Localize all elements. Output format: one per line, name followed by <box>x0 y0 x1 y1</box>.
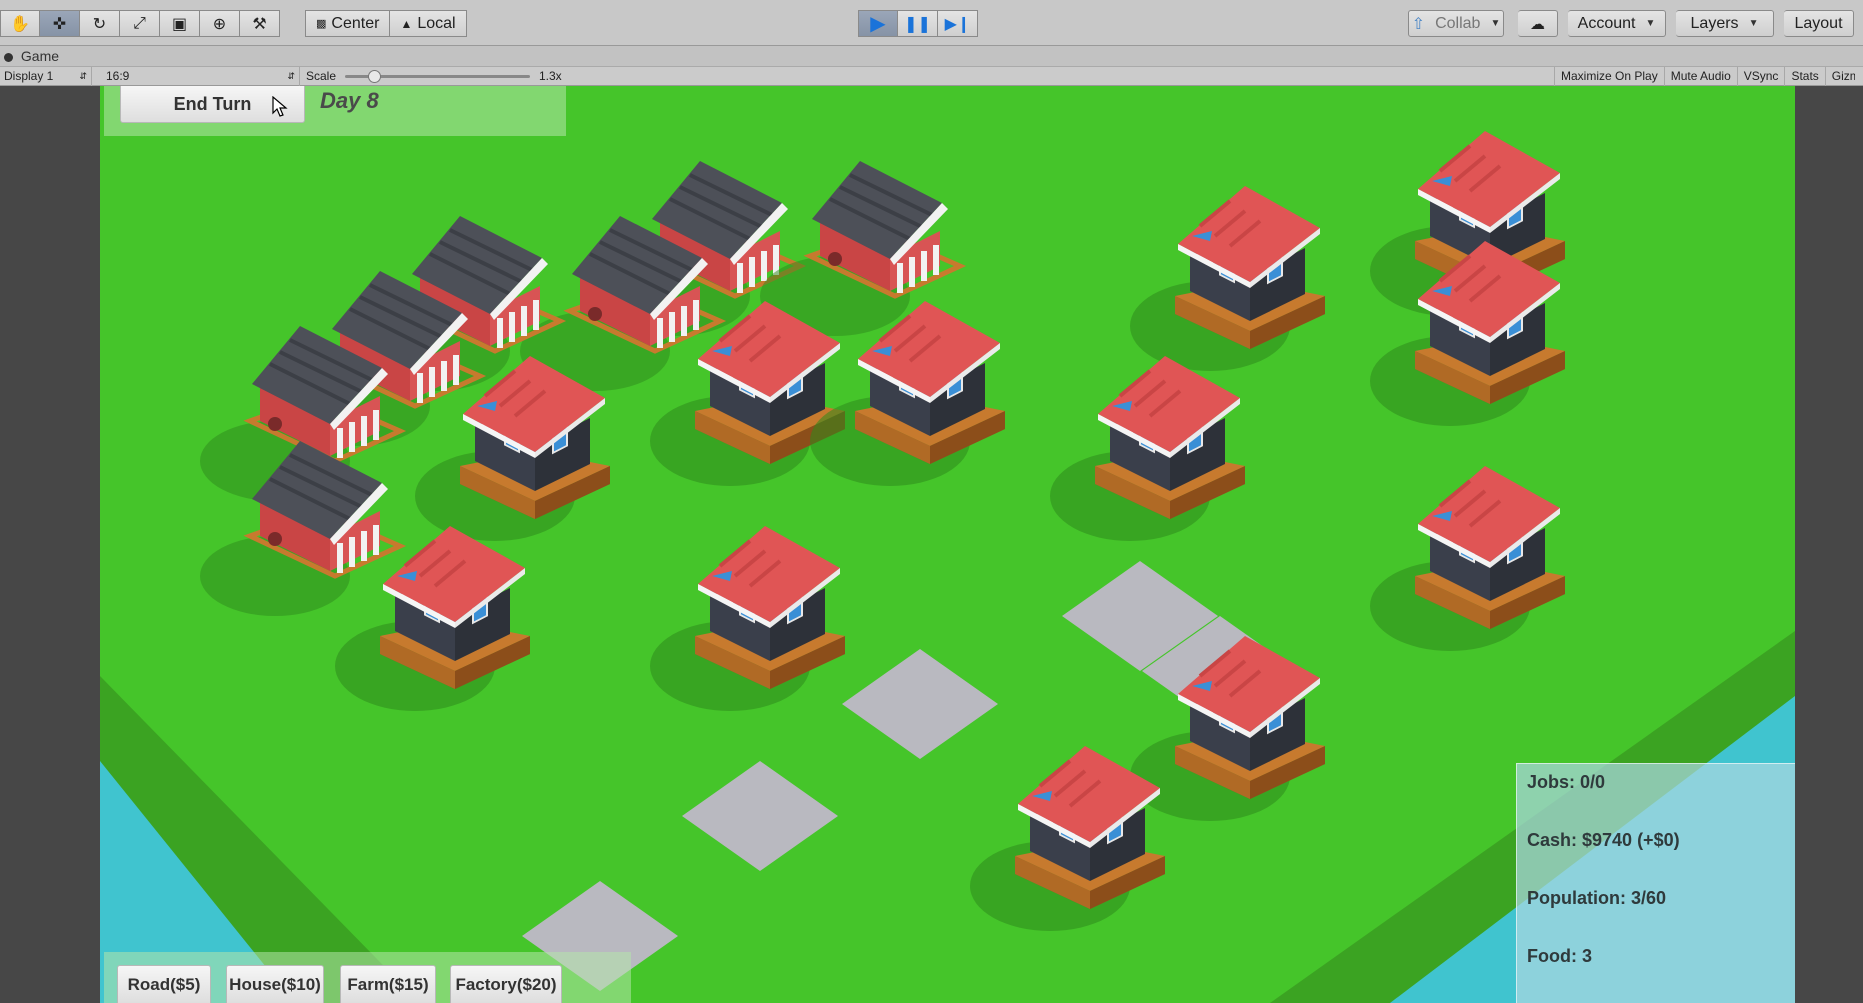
pivot-mode-button[interactable]: ▩ Center <box>305 10 391 37</box>
rect-transform-icon: ▣ <box>171 15 188 33</box>
move-tool-button[interactable]: ✜ <box>40 10 80 37</box>
mouse-cursor-icon <box>272 96 288 117</box>
game-view[interactable]: End Turn Day 8 Road($5) House($10) Farm(… <box>100 86 1795 1003</box>
population-stat: Population: 3/60 <box>1527 888 1667 908</box>
build-house-label: House($10) <box>229 974 321 994</box>
account-dropdown[interactable]: Account ▼ <box>1568 10 1666 37</box>
food-stat: Food: 3 <box>1527 946 1592 966</box>
game-view-options: Maximize On Play Mute Audio VSync Stats … <box>1554 67 1855 86</box>
gizmos-toggle[interactable]: Gizmos <box>1824 67 1855 86</box>
pivot-controls: ▩ Center ▲ Local <box>305 10 467 37</box>
transform-icon: ⊕ <box>212 15 227 33</box>
pause-icon: ❚❚ <box>904 15 931 33</box>
play-button[interactable]: ▶ <box>858 10 898 37</box>
collab-label: Collab <box>1435 14 1481 32</box>
account-label: Account <box>1577 14 1636 32</box>
cash-stat: Cash: $9740 (+$0) <box>1527 830 1680 850</box>
collab-icon: ⇧ <box>1411 15 1426 33</box>
build-house-button[interactable]: House($10) <box>226 965 324 1003</box>
aspect-label: 16:9 <box>106 69 130 83</box>
scale-label: Scale <box>306 69 337 83</box>
pivot-rotation-label: Local <box>417 14 456 32</box>
hand-icon: ✋ <box>10 15 30 33</box>
layers-dropdown[interactable]: Layers ▼ <box>1676 10 1774 37</box>
step-icon: ▶❙ <box>944 15 971 33</box>
game-tab-icon <box>4 52 13 62</box>
jobs-stat: Jobs: 0/0 <box>1527 772 1606 792</box>
turn-panel: End Turn Day 8 <box>104 86 566 136</box>
layout-dropdown[interactable]: Layout <box>1784 10 1854 37</box>
chevron-down-icon: ▼ <box>1748 18 1759 29</box>
hand-tool-button[interactable]: ✋ <box>0 10 40 37</box>
move-icon: ✜ <box>52 15 67 33</box>
build-farm-button[interactable]: Farm($15) <box>340 965 436 1003</box>
game-tab[interactable]: Game <box>0 46 1863 66</box>
editor-toolbar: ✋ ✜ ↻ ⤢ ▣ ⊕ ⚒ ▩ Center ▲ Local ▶ ❚❚ ▶❙ ⇧ Colla… <box>0 0 1863 46</box>
display-select[interactable]: Display 1 ⇵ <box>0 67 92 86</box>
collab-dropdown[interactable]: ⇧ Collab ▼ <box>1408 10 1504 37</box>
rect-tool-button[interactable]: ▣ <box>160 10 200 37</box>
display-label: Display 1 <box>4 69 54 83</box>
scale-value: 1.3x <box>539 69 562 83</box>
aspect-select[interactable]: 16:9 ⇵ <box>102 67 300 86</box>
build-road-label: Road($5) <box>127 974 201 994</box>
scale-slider-thumb[interactable] <box>368 70 381 83</box>
layers-label: Layers <box>1690 14 1739 32</box>
build-panel: Road($5) House($10) Farm($15) Factory($2… <box>104 952 631 1003</box>
maximize-on-play-toggle[interactable]: Maximize On Play <box>1554 67 1664 86</box>
play-icon: ▶ <box>870 13 886 35</box>
playback-controls: ▶ ❚❚ ▶❙ <box>858 10 978 37</box>
chevron-updown-icon: ⇵ <box>287 71 295 81</box>
pivot-center-icon: ▩ <box>316 18 327 30</box>
mute-audio-toggle[interactable]: Mute Audio <box>1663 67 1737 86</box>
transform-tools: ✋ ✜ ↻ ⤢ ▣ ⊕ ⚒ <box>0 10 280 37</box>
layout-label: Layout <box>1794 14 1843 32</box>
custom-tool-button[interactable]: ⚒ <box>240 10 280 37</box>
rotate-tool-button[interactable]: ↻ <box>80 10 120 37</box>
pause-button[interactable]: ❚❚ <box>898 10 938 37</box>
cube-icon: ▲ <box>400 16 413 31</box>
pivot-rotation-button[interactable]: ▲ Local <box>390 10 467 37</box>
build-factory-button[interactable]: Factory($20) <box>450 965 562 1003</box>
build-factory-label: Factory($20) <box>455 974 557 994</box>
chevron-down-icon: ▼ <box>1645 18 1656 29</box>
scale-icon: ⤢ <box>133 14 146 32</box>
chevron-updown-icon: ⇵ <box>79 71 87 81</box>
cloud-button[interactable]: ☁ <box>1518 10 1558 37</box>
step-button[interactable]: ▶❙ <box>938 10 978 37</box>
right-controls: ⇧ Collab ▼ ☁ Account ▼ Layers ▼ Layout <box>1408 10 1854 37</box>
cloud-icon: ☁ <box>1530 15 1545 33</box>
game-viewport: End Turn Day 8 Road($5) House($10) Farm(… <box>0 86 1863 1003</box>
day-counter: Day 8 <box>320 88 379 113</box>
game-view-bar: Display 1 ⇵ 16:9 ⇵ Scale 1.3x Maximize O… <box>0 66 1863 86</box>
build-road-button[interactable]: Road($5) <box>117 965 211 1003</box>
chevron-down-icon: ▼ <box>1490 18 1501 29</box>
scale-tool-button[interactable]: ⤢ <box>120 10 160 37</box>
end-turn-label: End Turn <box>173 93 252 114</box>
stats-toggle[interactable]: Stats <box>1784 67 1824 86</box>
vsync-toggle[interactable]: VSync <box>1736 67 1785 86</box>
transform-tool-button[interactable]: ⊕ <box>200 10 240 37</box>
stats-panel: Jobs: 0/0 Cash: $9740 (+$0) Population: … <box>1516 763 1795 1003</box>
build-farm-label: Farm($15) <box>347 974 429 994</box>
game-tab-title: Game <box>20 48 60 64</box>
rotate-icon: ↻ <box>92 15 107 33</box>
pivot-mode-label: Center <box>331 14 380 32</box>
custom-tool-icon: ⚒ <box>252 15 267 33</box>
